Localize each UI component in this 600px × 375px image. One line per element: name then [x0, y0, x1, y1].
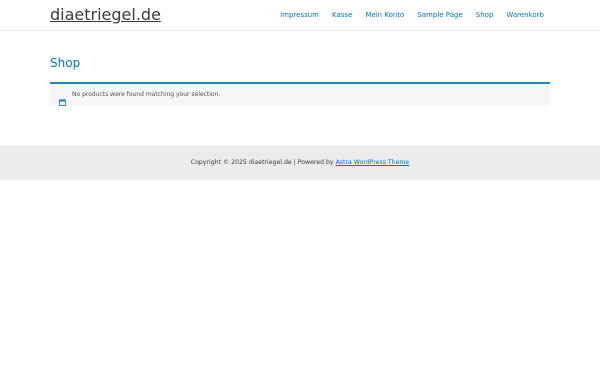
copyright-text: Copyright © 2025 diaetriegel.de | Powere…: [190, 159, 334, 166]
site-footer: Copyright © 2025 diaetriegel.de | Powere…: [0, 146, 600, 180]
theme-link[interactable]: Astra WordPress Theme: [336, 159, 410, 166]
page-title: Shop: [50, 56, 81, 70]
notice-message: No products were found matching your sel…: [72, 91, 221, 98]
site-header: diaetriegel.de Impressum Kasse Mein Kont…: [0, 0, 600, 31]
main-content: Shop No products were found matching you…: [0, 31, 600, 146]
site-title-link[interactable]: diaetriegel.de: [50, 5, 161, 25]
nav-item-warenkorb[interactable]: Warenkorb: [506, 10, 544, 20]
nav-item-sample-page[interactable]: Sample Page: [417, 10, 462, 20]
nav-item-mein-konto[interactable]: Mein Konto: [365, 10, 404, 20]
info-notice: No products were found matching your sel…: [50, 82, 550, 106]
nav-item-shop[interactable]: Shop: [476, 10, 494, 20]
primary-navigation: Impressum Kasse Mein Konto Sample Page S…: [280, 10, 544, 20]
nav-item-impressum[interactable]: Impressum: [280, 10, 319, 20]
calendar-icon: [59, 91, 66, 106]
footer-copyright: Copyright © 2025 diaetriegel.de | Powere…: [0, 158, 600, 167]
nav-item-kasse[interactable]: Kasse: [332, 10, 352, 20]
